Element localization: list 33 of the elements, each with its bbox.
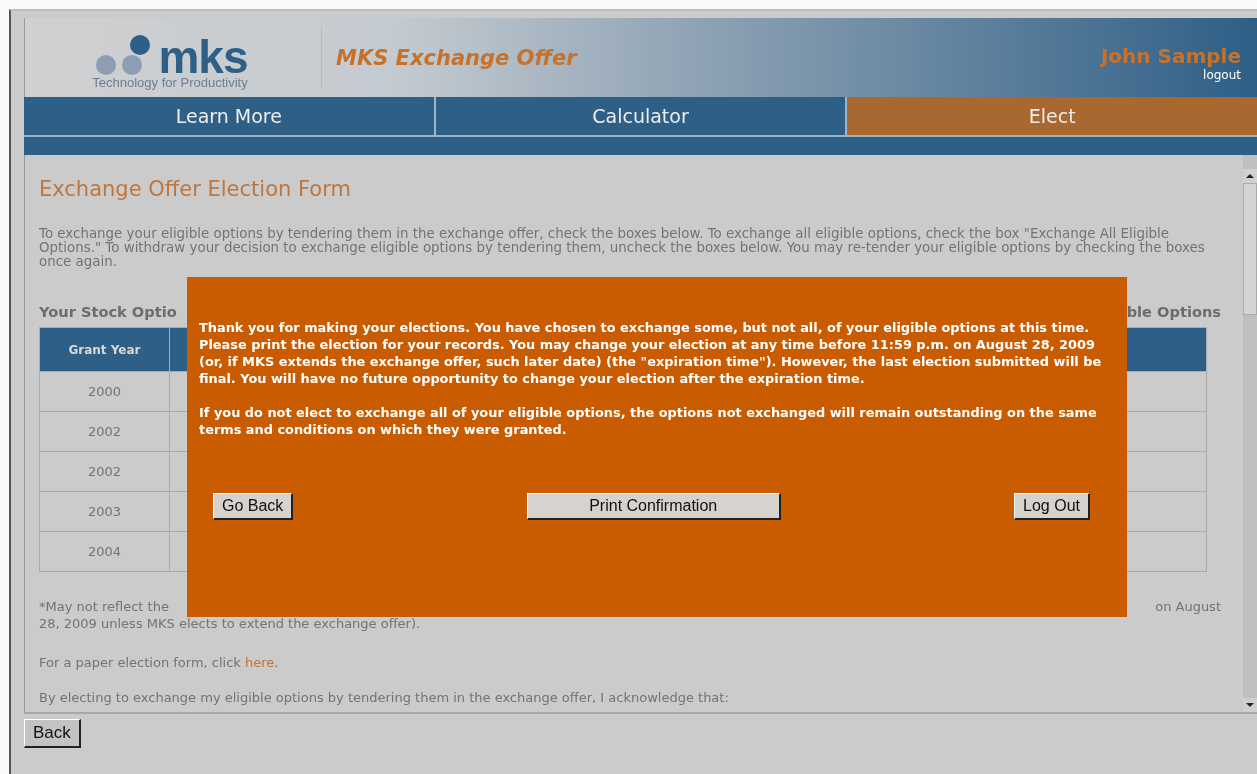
dialog-button[interactable]: Print Confirmation <box>526 493 781 520</box>
confirmation-message: Thank you for making your elections. You have chosen to exchange some, but not all, of your eligible options at this time. Please print the election for your records. You may change your election at any time before 11:59 p.m. on August 28, 2009 (or, if MKS extends the exchange offer, such later date) (the "expiration time"). However, the last election submitted will be final. You will have no future opportunity to change your election after the expiration time. <box>199 319 1103 387</box>
table-cell: 2002 <box>39 451 170 492</box>
form-title: Exchange Offer Election Form <box>39 177 352 202</box>
table-cell: 2004 <box>39 531 170 572</box>
section-heading-fragment: Your Stock Optio <box>39 303 177 321</box>
logout-link[interactable]: logout <box>1203 67 1241 82</box>
intro-paragraph: To exchange your eligible options by tendering them in the exchange offer, check the boxes below. To exchange all eligible options, check the box "Exchange All Eligible Options." To withdraw your decision to exchange eligible options by tendering them, uncheck the boxes below. You may re-tender your eligible options by checking the boxes once again. <box>39 227 1206 269</box>
section-heading-fragment: ble Options <box>1126 303 1221 321</box>
dialog-button[interactable]: Log Out <box>1014 493 1090 520</box>
scroll-up-icon[interactable] <box>1243 169 1257 183</box>
back-button[interactable]: Back <box>24 719 81 748</box>
logo-tagline: Technology for Productivity <box>92 75 248 90</box>
app-title: MKS Exchange Offer <box>336 45 579 70</box>
table-cell: 2002 <box>39 411 170 452</box>
nav-tab[interactable]: Learn More <box>24 97 436 137</box>
scrollbar-thumb[interactable] <box>1243 183 1257 315</box>
logo-text: mks <box>158 37 248 76</box>
footnote-text: 28, 2009 unless MKS elects to extend the exchange offer). <box>39 615 422 632</box>
table-cell: 2000 <box>39 371 170 412</box>
acknowledge-text: By electing to exchange my eligible options by tendering them in the exchange offer, I acknowledge that: <box>39 691 730 704</box>
footnote-fragment: *May not reflect the <box>39 598 169 615</box>
scroll-down-icon[interactable] <box>1243 698 1257 712</box>
table-cell: 2003 <box>39 491 170 532</box>
paper-form-text: For a paper election form, click here. <box>39 654 280 671</box>
confirmation-message: If you do not elect to exchange all of your eligible options, the options not exchanged will remain outstanding on the same terms and conditions on which they were granted. <box>199 404 1098 438</box>
scrollbar[interactable] <box>1243 155 1257 712</box>
nav-tab[interactable]: Calculator <box>435 97 848 137</box>
dialog-button[interactable]: Go Back <box>213 493 294 520</box>
user-name: John Sample <box>1100 43 1241 68</box>
nav-tab[interactable]: Elect <box>847 97 1257 137</box>
column-header: Grant Year <box>39 327 170 372</box>
footnote-fragment: on August <box>1155 598 1221 615</box>
